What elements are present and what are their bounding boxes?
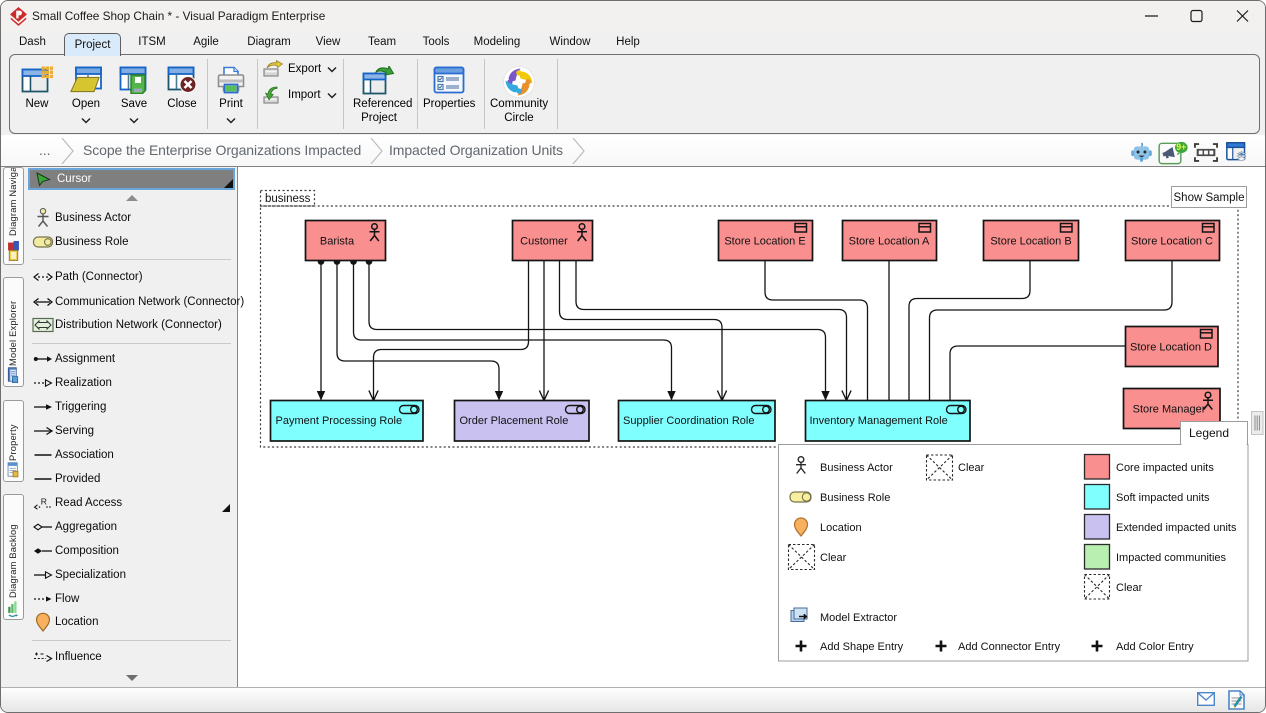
svg-text:9+: 9+	[1176, 142, 1186, 152]
svg-text:Order Placement Role: Order Placement Role	[460, 415, 569, 427]
svg-text:Core impacted units: Core impacted units	[1116, 462, 1214, 474]
svg-text:Legend: Legend	[1189, 426, 1229, 440]
svg-text:Impacted communities: Impacted communities	[1116, 552, 1227, 564]
svg-text:Model Extractor: Model Extractor	[820, 612, 897, 624]
svg-text:Store Location A: Store Location A	[849, 236, 930, 248]
svg-text:Barista: Barista	[320, 236, 355, 248]
svg-text:Soft impacted units: Soft impacted units	[1116, 492, 1210, 504]
svg-text:Business Actor: Business Actor	[820, 462, 893, 474]
svg-text:Show Sample: Show Sample	[1174, 192, 1245, 204]
svg-text:Add Color Entry: Add Color Entry	[1116, 641, 1194, 653]
svg-text:Business Role: Business Role	[820, 492, 890, 504]
svg-text:Extended impacted units: Extended impacted units	[1116, 522, 1237, 534]
svg-text:Location: Location	[820, 522, 862, 534]
svg-text:Store Location E: Store Location E	[724, 236, 805, 248]
svg-text:Store Location D: Store Location D	[1130, 342, 1212, 354]
svg-text:Payment Processing Role: Payment Processing Role	[276, 415, 403, 427]
svg-text:Clear: Clear	[820, 552, 847, 564]
svg-text:Store Manager: Store Manager	[1133, 404, 1206, 416]
svg-text:R: R	[41, 497, 47, 507]
svg-text:Inventory Management Role: Inventory Management Role	[810, 415, 948, 427]
svg-text:Clear: Clear	[958, 462, 985, 474]
svg-text:Supplier Coordination Role: Supplier Coordination Role	[623, 415, 754, 427]
svg-text:Add Connector Entry: Add Connector Entry	[958, 641, 1061, 653]
svg-text:Clear: Clear	[1116, 582, 1143, 594]
svg-text:business: business	[265, 193, 311, 205]
svg-text:Store Location C: Store Location C	[1131, 236, 1213, 248]
svg-text:Customer: Customer	[520, 236, 568, 248]
svg-text:Add Shape Entry: Add Shape Entry	[820, 641, 904, 653]
svg-text:Store Location B: Store Location B	[990, 236, 1071, 248]
